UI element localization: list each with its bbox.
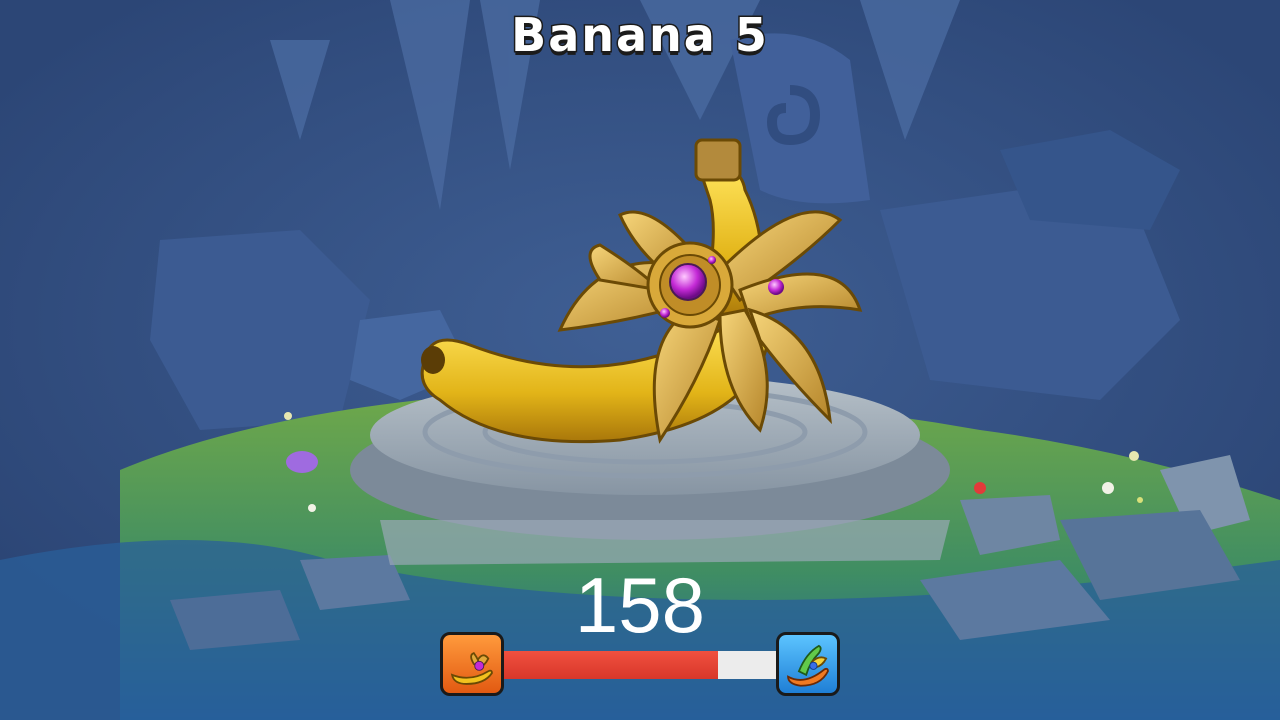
- progress-fill: [500, 651, 719, 679]
- item-title: Banana 5: [510, 7, 769, 64]
- next-banana-badge[interactable]: [776, 632, 840, 696]
- upgrade-progress: [440, 632, 840, 698]
- rainbow-banana-icon: [787, 644, 829, 687]
- progress-track: [500, 651, 780, 679]
- game-scene: Banana 5 158: [0, 0, 1280, 720]
- golden-banana-icon: [450, 652, 493, 685]
- current-banana-badge[interactable]: [440, 632, 504, 696]
